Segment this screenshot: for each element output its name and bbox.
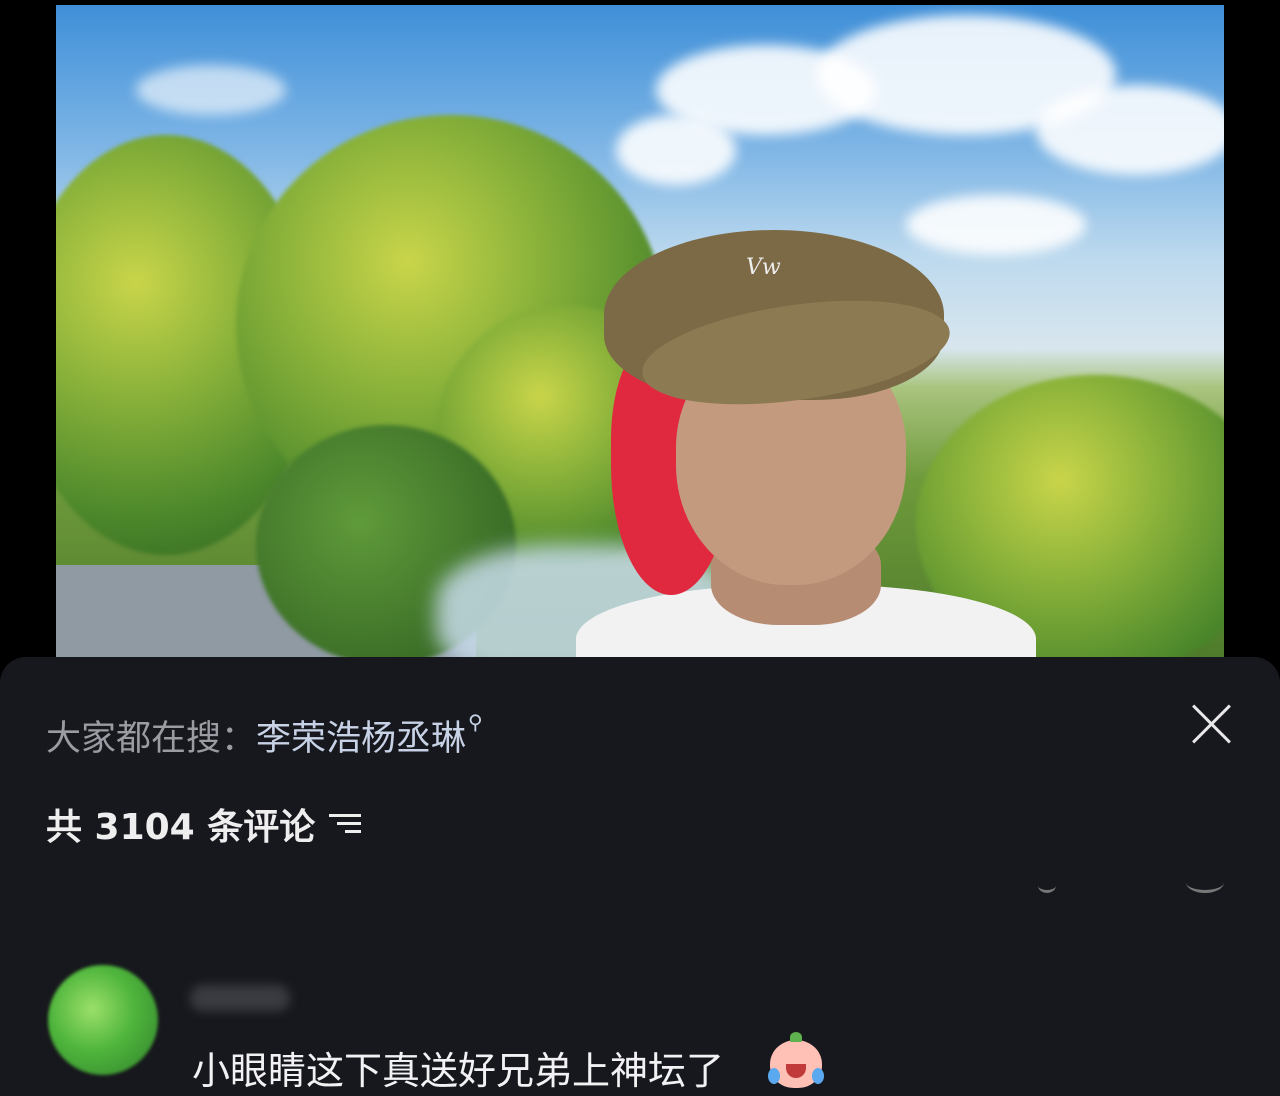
avatar[interactable] xyxy=(48,965,158,1075)
comment-count: 共 3104 条评论 xyxy=(46,807,316,848)
partial-curve-icon xyxy=(1186,872,1224,893)
filter-icon[interactable] xyxy=(329,812,362,836)
cloud xyxy=(906,195,1086,255)
trending-search-term[interactable]: 李荣浩杨丞琳 xyxy=(256,710,466,761)
cap-logo: Vw xyxy=(746,255,781,280)
trending-search[interactable]: 大家都在搜： 李荣浩杨丞琳 ⚲ xyxy=(46,710,483,761)
search-icon[interactable]: ⚲ xyxy=(468,710,483,734)
cloud xyxy=(616,115,736,185)
comment-count-row: 共 3104 条评论 xyxy=(46,798,362,850)
post-photo[interactable]: Vw xyxy=(56,5,1224,665)
username-blurred[interactable] xyxy=(190,985,290,1011)
partial-chevron-icon xyxy=(1038,878,1056,893)
comment-text: 小眼睛这下真送好兄弟上神坛了 xyxy=(192,1049,725,1093)
crying-peach-emoji-icon xyxy=(768,1032,824,1088)
close-icon[interactable] xyxy=(1189,702,1233,746)
cloud xyxy=(136,65,286,115)
trending-search-prefix: 大家都在搜： xyxy=(46,719,257,759)
cloud xyxy=(1036,85,1224,175)
